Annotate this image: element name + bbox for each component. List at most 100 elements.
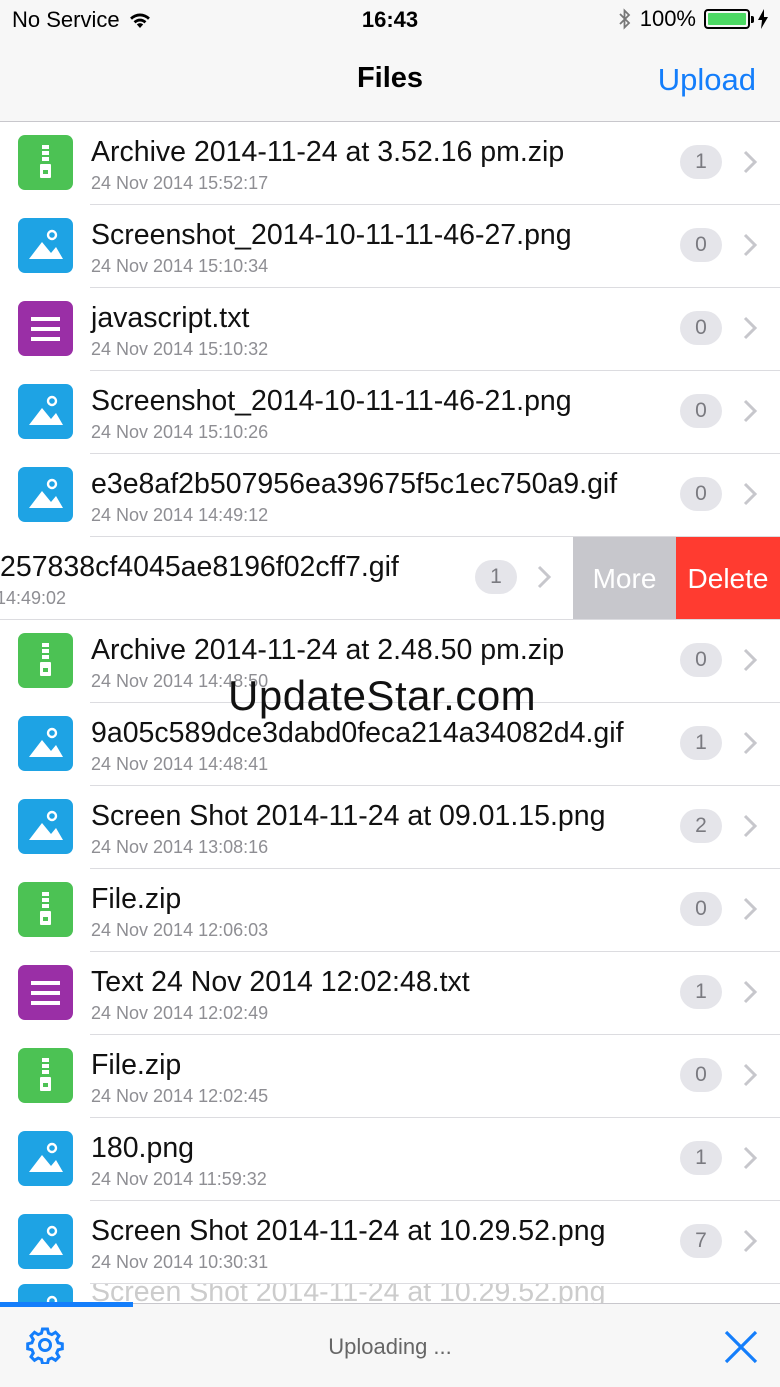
file-row[interactable]: javascript.txt 24 Nov 2014 15:10:32 0 [0, 288, 780, 371]
chevron-right-icon [743, 980, 758, 1004]
image-file-icon [18, 1214, 73, 1269]
file-row[interactable]: File.zip 24 Nov 2014 12:06:03 0 [0, 869, 780, 952]
chevron-right-icon [743, 482, 758, 506]
version-count-badge: 1 [680, 145, 722, 179]
file-row[interactable]: Screen Shot 2014-11-24 at 09.01.15.png 2… [0, 786, 780, 869]
file-date: 24 Nov 2014 12:02:45 [91, 1086, 269, 1106]
file-row[interactable]: Archive 2014-11-24 at 3.52.16 pm.zip 24 … [0, 122, 780, 205]
version-count-badge: 1 [680, 975, 722, 1009]
version-count-badge: 0 [680, 477, 722, 511]
file-row-content[interactable]: Screen Shot 2014-11-24 at 10.29.52.png [0, 1284, 780, 1303]
file-name: 257838cf4045ae8196f02cff7.gif [0, 551, 399, 583]
upload-button[interactable]: Upload [658, 62, 756, 98]
status-right: 100% [618, 6, 768, 32]
file-date: 24 Nov 2014 10:30:31 [91, 1252, 269, 1272]
charging-icon [758, 9, 768, 29]
file-name: Text 24 Nov 2014 12:02:48.txt [91, 966, 470, 998]
file-name: e3e8af2b507956ea39675f5c1ec750a9.gif [91, 468, 618, 500]
file-row-content[interactable]: Archive 2014-11-24 at 2.48.50 pm.zip 24 … [0, 620, 780, 703]
file-date: 24 Nov 2014 11:59:32 [91, 1169, 267, 1189]
file-date: 24 Nov 2014 15:10:32 [91, 339, 269, 359]
version-count-badge: 0 [680, 394, 722, 428]
file-row-content[interactable]: File.zip 24 Nov 2014 12:06:03 0 [0, 869, 780, 952]
bluetooth-icon [619, 8, 630, 30]
file-row[interactable]: Screenshot_2014-10-11-11-46-21.png 24 No… [0, 371, 780, 454]
chevron-right-icon [743, 897, 758, 921]
file-row[interactable]: Screenshot_2014-10-11-11-46-27.png 24 No… [0, 205, 780, 288]
file-date: 14:49:02 [0, 588, 67, 608]
more-button[interactable]: More [573, 537, 676, 620]
zip-file-icon [18, 135, 73, 190]
file-name: 180.png [91, 1132, 195, 1164]
file-name: File.zip [91, 883, 182, 915]
chevron-right-icon [743, 814, 758, 838]
file-row-content[interactable]: Screenshot_2014-10-11-11-46-21.png 24 No… [0, 371, 780, 454]
chevron-right-icon [743, 233, 758, 257]
file-row-content[interactable]: 257838cf4045ae8196f02cff7.gif 14:49:02 1 [0, 537, 573, 620]
file-name: Screen Shot 2014-11-24 at 09.01.15.png [91, 800, 606, 832]
zip-file-icon [18, 1048, 73, 1103]
version-count-badge: 1 [680, 726, 722, 760]
version-count-badge: 7 [680, 1224, 722, 1258]
delete-button[interactable]: Delete [676, 537, 780, 620]
file-row[interactable]: 180.png 24 Nov 2014 11:59:32 1 [0, 1118, 780, 1201]
version-count-badge: 0 [680, 892, 722, 926]
chevron-right-icon [743, 399, 758, 423]
file-row-content[interactable]: File.zip 24 Nov 2014 12:02:45 0 [0, 1035, 780, 1118]
chevron-right-icon [537, 565, 552, 589]
file-row[interactable]: Screen Shot 2014-11-24 at 10.29.52.png [0, 1284, 780, 1303]
file-row-content[interactable]: Archive 2014-11-24 at 3.52.16 pm.zip 24 … [0, 122, 780, 205]
file-row[interactable]: Screen Shot 2014-11-24 at 10.29.52.png 2… [0, 1201, 780, 1284]
file-row-content[interactable]: 9a05c589dce3dabd0feca214a34082d4.gif 24 … [0, 703, 780, 786]
version-count-badge: 0 [680, 1058, 722, 1092]
file-name: File.zip [91, 1049, 182, 1081]
upload-progress-fill [0, 1302, 133, 1307]
close-icon[interactable] [722, 1328, 760, 1366]
file-row[interactable]: e3e8af2b507956ea39675f5c1ec750a9.gif 24 … [0, 454, 780, 537]
file-name: javascript.txt [91, 302, 250, 334]
file-date: 24 Nov 2014 13:08:16 [91, 837, 269, 857]
image-file-icon [18, 716, 73, 771]
battery-icon [704, 9, 754, 29]
version-count-badge: 2 [680, 809, 722, 843]
version-count-badge: 0 [680, 228, 722, 262]
zip-file-icon [18, 633, 73, 688]
file-row[interactable]: 257838cf4045ae8196f02cff7.gif 14:49:02 1… [0, 537, 780, 620]
chevron-right-icon [743, 1229, 758, 1253]
file-row-content[interactable]: Screen Shot 2014-11-24 at 09.01.15.png 2… [0, 786, 780, 869]
upload-status-text: Uploading ... [328, 1334, 452, 1359]
file-row-content[interactable]: 180.png 24 Nov 2014 11:59:32 1 [0, 1118, 780, 1201]
upload-progress-bar [0, 1302, 780, 1307]
file-date: 24 Nov 2014 15:10:34 [91, 256, 269, 276]
file-name: Archive 2014-11-24 at 2.48.50 pm.zip [91, 634, 565, 666]
file-row[interactable]: File.zip 24 Nov 2014 12:02:45 0 [0, 1035, 780, 1118]
file-date: 24 Nov 2014 12:06:03 [91, 920, 269, 940]
file-name: Screen Shot 2014-11-24 at 10.29.52.png [91, 1215, 606, 1247]
file-name: Archive 2014-11-24 at 3.52.16 pm.zip [91, 136, 565, 168]
chevron-right-icon [743, 1063, 758, 1087]
file-list[interactable]: Archive 2014-11-24 at 3.52.16 pm.zip 24 … [0, 122, 780, 1303]
zip-file-icon [18, 882, 73, 937]
bottom-toolbar: Uploading ... [0, 1302, 780, 1387]
chevron-right-icon [743, 731, 758, 755]
file-row[interactable]: 9a05c589dce3dabd0feca214a34082d4.gif 24 … [0, 703, 780, 786]
file-row[interactable]: Text 24 Nov 2014 12:02:48.txt 24 Nov 201… [0, 952, 780, 1035]
file-row-content[interactable]: javascript.txt 24 Nov 2014 15:10:32 0 [0, 288, 780, 371]
file-row-content[interactable]: Screen Shot 2014-11-24 at 10.29.52.png 2… [0, 1201, 780, 1284]
file-row-content[interactable]: e3e8af2b507956ea39675f5c1ec750a9.gif 24 … [0, 454, 780, 537]
version-count-badge: 0 [680, 643, 722, 677]
file-date: 24 Nov 2014 15:52:17 [91, 173, 269, 193]
chevron-right-icon [743, 1146, 758, 1170]
file-name: Screenshot_2014-10-11-11-46-21.png [91, 385, 572, 417]
chevron-right-icon [743, 150, 758, 174]
chevron-right-icon [743, 648, 758, 672]
image-file-icon [18, 467, 73, 522]
file-row-content[interactable]: Text 24 Nov 2014 12:02:48.txt 24 Nov 201… [0, 952, 780, 1035]
image-file-icon [18, 799, 73, 854]
version-count-badge: 0 [680, 311, 722, 345]
file-date: 24 Nov 2014 15:10:26 [91, 422, 269, 442]
version-count-badge: 1 [680, 1141, 722, 1175]
file-row[interactable]: Archive 2014-11-24 at 2.48.50 pm.zip 24 … [0, 620, 780, 703]
battery-percent: 100% [639, 6, 696, 31]
file-row-content[interactable]: Screenshot_2014-10-11-11-46-27.png 24 No… [0, 205, 780, 288]
